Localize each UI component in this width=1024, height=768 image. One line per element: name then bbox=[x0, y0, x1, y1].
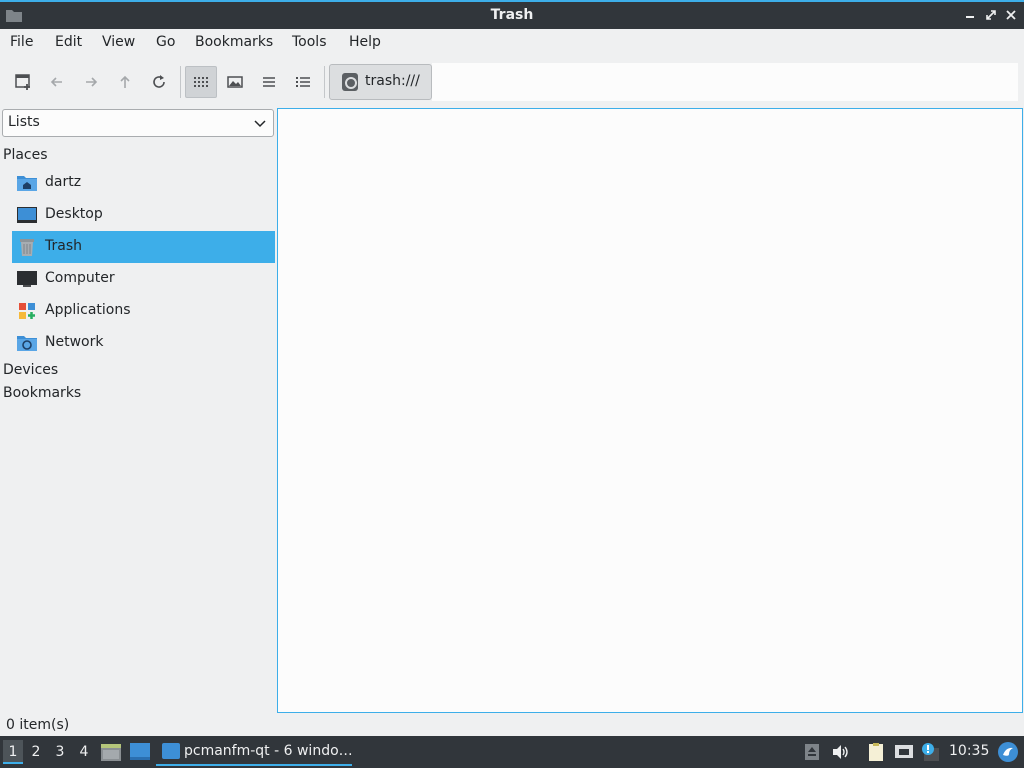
back-button[interactable] bbox=[41, 66, 73, 98]
minimize-icon[interactable] bbox=[962, 7, 978, 23]
menu-go[interactable]: Go bbox=[156, 34, 175, 50]
chevron-down-icon bbox=[254, 120, 266, 128]
sidebar-item-label: Applications bbox=[45, 302, 131, 318]
sidebar-item-label: Trash bbox=[45, 238, 82, 254]
thumbnail-view-button[interactable] bbox=[219, 66, 251, 98]
clock[interactable]: 10:35 bbox=[949, 743, 989, 759]
bookmarks-header[interactable]: Bookmarks bbox=[3, 385, 81, 401]
sidebar-view-select[interactable]: Lists bbox=[2, 109, 274, 137]
menu-help[interactable]: Help bbox=[349, 34, 381, 50]
sidebar-item-applications[interactable]: Applications bbox=[12, 295, 275, 327]
path-button-trash[interactable]: trash:/// bbox=[329, 64, 432, 100]
thumbnail-view-icon bbox=[227, 76, 243, 88]
menu-view[interactable]: View bbox=[102, 34, 135, 50]
clipboard-icon[interactable] bbox=[866, 742, 886, 762]
workspace-1[interactable]: 1 bbox=[3, 740, 23, 764]
sidebar-item-computer[interactable]: Computer bbox=[12, 263, 275, 295]
back-arrow-icon bbox=[50, 77, 62, 87]
detailed-list-button[interactable] bbox=[287, 66, 319, 98]
window-title: Trash bbox=[490, 7, 534, 23]
close-icon[interactable] bbox=[1003, 7, 1019, 23]
workspace-4[interactable]: 4 bbox=[74, 740, 94, 764]
sidebar-item-label: Desktop bbox=[45, 206, 103, 222]
status-text: 0 item(s) bbox=[6, 717, 70, 733]
menu-tools[interactable]: Tools bbox=[292, 34, 327, 50]
notification-icon[interactable] bbox=[920, 742, 940, 762]
task-pcmanfm[interactable]: pcmanfm-qt - 6 windo… bbox=[156, 738, 353, 766]
volume-icon[interactable] bbox=[830, 742, 850, 762]
sidebar-item-label: dartz bbox=[45, 174, 82, 190]
places-header[interactable]: Places bbox=[3, 147, 48, 163]
devices-header[interactable]: Devices bbox=[3, 362, 58, 378]
compact-view-icon bbox=[263, 77, 275, 87]
network-folder-icon bbox=[17, 336, 37, 351]
sidebar-item-label: Network bbox=[45, 334, 104, 350]
home-folder-icon bbox=[17, 176, 37, 191]
workspace-3[interactable]: 3 bbox=[50, 740, 70, 764]
title-bar[interactable]: Trash bbox=[0, 0, 1024, 29]
trash-location-icon bbox=[342, 73, 358, 91]
folder-icon bbox=[162, 743, 180, 759]
path-bar[interactable] bbox=[432, 63, 1018, 101]
file-manager-launcher-icon[interactable] bbox=[100, 742, 122, 762]
eject-icon[interactable] bbox=[802, 742, 822, 762]
path-label: trash:/// bbox=[365, 73, 420, 89]
up-arrow-icon bbox=[120, 75, 130, 88]
icon-view-button[interactable] bbox=[185, 66, 217, 98]
up-button[interactable] bbox=[109, 66, 141, 98]
menu-edit[interactable]: Edit bbox=[55, 34, 82, 50]
forward-button[interactable] bbox=[75, 66, 107, 98]
network-wired-icon[interactable] bbox=[894, 742, 914, 762]
desktop-icon bbox=[17, 207, 37, 223]
toolbar-separator bbox=[324, 66, 325, 98]
sidebar-item-network[interactable]: Network bbox=[12, 327, 275, 359]
sidebar-item-label: Computer bbox=[45, 270, 115, 286]
reload-icon bbox=[153, 75, 165, 88]
taskbar: 1 2 3 4 pcmanfm-qt - 6 windo… 10:35 bbox=[0, 736, 1024, 768]
computer-icon bbox=[17, 271, 37, 287]
trash-icon bbox=[20, 239, 34, 256]
new-tab-icon bbox=[15, 74, 30, 90]
sidebar-item-dartz[interactable]: dartz bbox=[12, 167, 275, 199]
menu-file[interactable]: File bbox=[10, 34, 33, 50]
reload-button[interactable] bbox=[143, 66, 175, 98]
lubuntu-logo-icon[interactable] bbox=[997, 741, 1019, 763]
forward-arrow-icon bbox=[86, 77, 98, 87]
maximize-icon[interactable] bbox=[983, 7, 999, 23]
file-view[interactable] bbox=[277, 108, 1023, 713]
new-tab-button[interactable] bbox=[8, 66, 40, 98]
compact-view-button[interactable] bbox=[253, 66, 285, 98]
workspace-2[interactable]: 2 bbox=[26, 740, 46, 764]
sidebar-item-trash[interactable]: Trash bbox=[12, 231, 275, 263]
toolbar-separator bbox=[180, 66, 181, 98]
task-label: pcmanfm-qt - 6 windo… bbox=[184, 743, 353, 759]
menu-bookmarks[interactable]: Bookmarks bbox=[195, 34, 273, 50]
applications-icon bbox=[19, 303, 35, 319]
show-desktop-icon[interactable] bbox=[130, 743, 150, 761]
sidebar-view-label: Lists bbox=[8, 114, 40, 130]
sidebar-item-desktop[interactable]: Desktop bbox=[12, 199, 275, 231]
detailed-list-icon bbox=[296, 77, 310, 87]
icon-view-icon bbox=[194, 77, 208, 87]
menu-bar: File Edit View Go Bookmarks Tools Help bbox=[0, 29, 1024, 57]
